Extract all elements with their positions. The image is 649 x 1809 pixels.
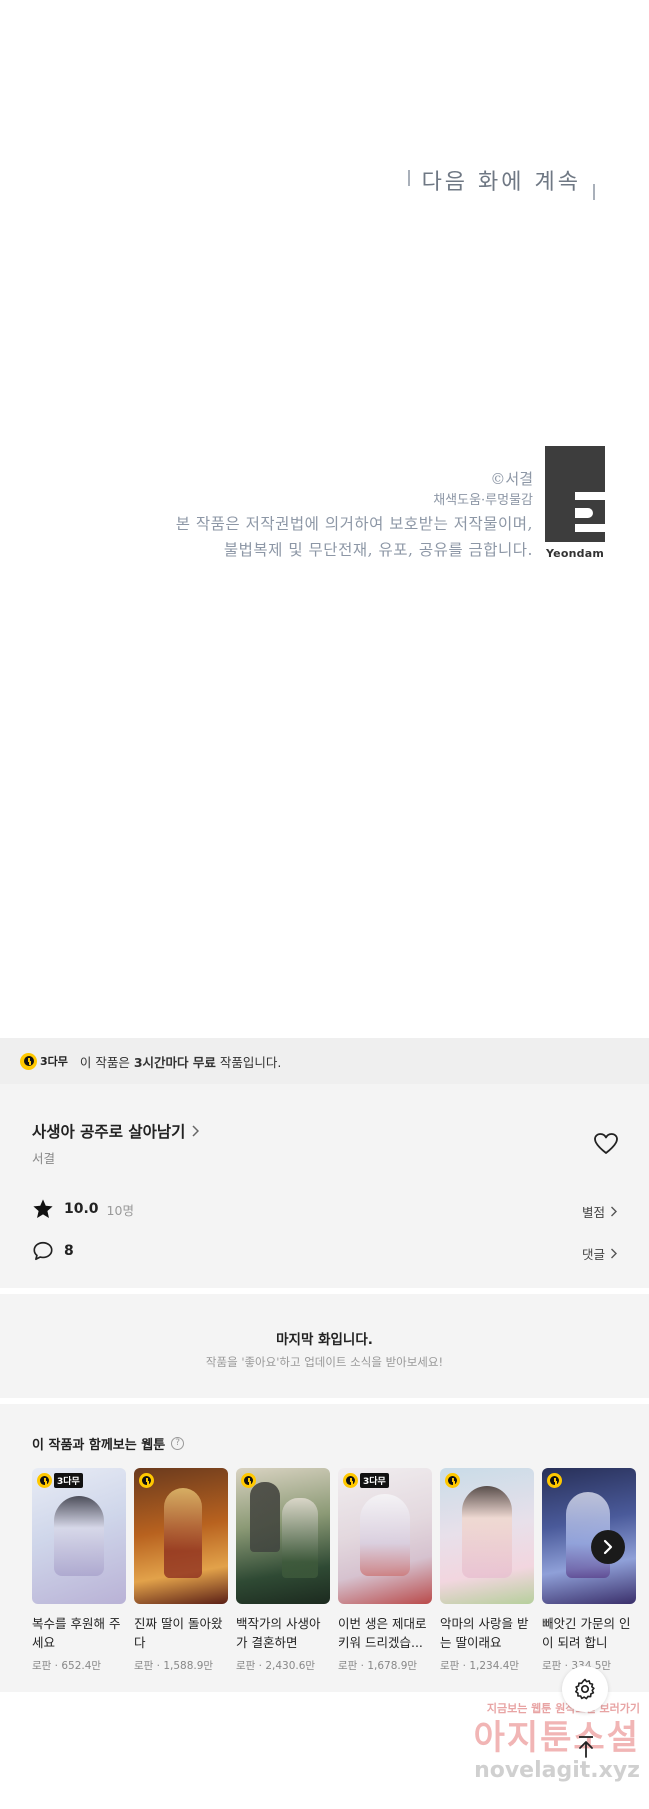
chevron-right-icon [192,1125,200,1137]
free-badge-label: 3다무 [40,1055,68,1068]
copyright-notice-line2: 불법복제 및 무단전재, 유포, 공유를 금합니다. [223,541,533,559]
clock-icon [139,1473,154,1488]
recommendation-card[interactable]: 3다무 복수를 후원해 주세요 로판 · 652.4만 [32,1468,126,1673]
recommendations-panel: 이 작품과 함께보는 웹툰 ? 3다무 복수를 후원해 주세요 로판 · 652… [0,1404,649,1692]
free-badge: 3다무 [343,1473,389,1488]
free-text-before: 이 작품은 [79,1054,134,1070]
chevron-right-icon [603,1539,613,1555]
credits: ©서결 채색도움·루멍물감 본 작품은 저작권법에 의거하여 보호받는 저작물이… [176,468,533,563]
clock-icon [241,1473,256,1488]
recommendations-title-text: 이 작품과 함께보는 웹툰 [32,1438,166,1453]
heart-icon [594,1133,618,1154]
free-text-bold: 3시간마다 무료 [133,1054,216,1070]
copyright-text: ©서결 [490,470,533,488]
publisher-logo-text: Yeondam [546,547,604,560]
free-badge-label: 3다무 [54,1473,83,1488]
free-badge [547,1473,562,1488]
work-info-panel: 사생아 공주로 살아남기 서결 10.0 10명 별점 8 댓글 [0,1084,649,1288]
like-button[interactable] [593,1132,619,1156]
to-be-continued-text: 다음 화에 계속 [421,170,581,195]
bracket-open [407,170,410,186]
help-icon[interactable]: ? [171,1437,185,1450]
watermark-tagline: 지금보는 웹툰 원작소설 보러가기 [486,1702,640,1715]
recommendation-thumbnail [440,1468,534,1604]
recommendation-card[interactable]: 3다무 이번 생은 제대로 키워 드리겠습... 로판 · 1,678.9만 [338,1468,432,1673]
star-icon [33,1199,53,1218]
recommendation-thumbnail: 3다무 [338,1468,432,1604]
settings-button[interactable] [562,1666,608,1712]
comic-final-page: 다음 화에 계속 ©서결 채색도움·루멍물감 본 작품은 저작권법에 의거하여 … [0,0,649,1038]
clock-icon [547,1473,562,1488]
copyright-notice-line1: 본 작품은 저작권법에 의거하여 보호받는 저작물이며, [175,515,533,533]
recommendation-meta: 로판 · 1,678.9만 [338,1660,418,1672]
free-text-after: 작품입니다. [215,1054,282,1070]
recommendation-card[interactable]: 백작가의 사생아가 결혼하면 로판 · 2,430.6만 [236,1468,330,1673]
bracket-close [593,184,595,200]
comment-bubble-icon [33,1241,53,1261]
recommendation-thumbnail: 3다무 [32,1468,126,1604]
recommendation-title: 이번 생은 제대로 키워 드리겠습... [338,1616,427,1650]
free-notice-bar: 3다무 이 작품은 3시간마다 무료 작품입니다. [0,1038,649,1084]
free-badge [445,1473,460,1488]
recommendation-list: 3다무 복수를 후원해 주세요 로판 · 652.4만 진짜 딸이 돌아왔다 로… [32,1468,636,1673]
work-title: 사생아 공주로 살아남기 [32,1123,186,1141]
comment-link-label: 댓글 [581,1247,605,1262]
free-notice-text: 이 작품은 3시간마다 무료 작품입니다. [80,1052,281,1071]
to-be-continued: 다음 화에 계속 [407,164,595,200]
recommendation-title: 백작가의 사생아가 결혼하면 [236,1616,321,1650]
work-title-link[interactable]: 사생아 공주로 살아남기 [32,1120,200,1142]
scroll-top-button[interactable] [566,1727,606,1767]
recommendation-meta: 로판 · 1,588.9만 [134,1660,214,1672]
free-badge [139,1473,154,1488]
carousel-next-button[interactable] [591,1530,625,1564]
recommendation-thumbnail [542,1468,636,1604]
recommendation-card[interactable]: 악마의 사랑을 받는 딸이래요 로판 · 1,234.4만 [440,1468,534,1673]
last-episode-title: 마지막 화입니다. [276,1332,373,1348]
clock-icon [343,1473,358,1488]
recommendation-meta: 로판 · 1,234.4만 [440,1660,520,1672]
colorist-text: 채색도움·루멍물감 [433,493,533,508]
comment-row: 8 [32,1240,74,1262]
recommendation-title: 빼앗긴 가문의 인이 되려 합니 [542,1616,631,1650]
rate-link-label: 별점 [581,1205,605,1220]
rating-score: 10.0 [64,1201,99,1217]
chevron-right-icon [611,1248,617,1259]
chevron-right-icon [611,1206,617,1217]
watermark-url: novelagit.xyz [474,1758,640,1783]
author-name[interactable]: 서결 [32,1148,55,1167]
recommendation-title: 복수를 후원해 주세요 [32,1616,121,1650]
free-badge [241,1473,256,1488]
clock-icon [445,1473,460,1488]
recommendation-title: 진짜 딸이 돌아왔다 [134,1616,223,1650]
recommendation-title: 악마의 사랑을 받는 딸이래요 [440,1616,529,1650]
publisher-logo: Yeondam [545,446,605,560]
free-badge: 3다무 [20,1052,68,1070]
gear-icon [575,1678,595,1700]
comment-count: 8 [64,1243,74,1259]
rating-count: 10명 [106,1202,134,1218]
free-badge-label: 3다무 [360,1473,389,1488]
recommendations-title: 이 작품과 함께보는 웹툰 ? [32,1434,185,1453]
rating-row: 10.0 10명 [32,1198,134,1220]
last-episode-subtitle: 작품을 '좋아요'하고 업데이트 소식을 받아보세요! [205,1355,444,1369]
recommendation-meta: 로판 · 652.4만 [32,1660,102,1672]
recommendation-card[interactable]: 진짜 딸이 돌아왔다 로판 · 1,588.9만 [134,1468,228,1673]
comment-link[interactable]: 댓글 [582,1244,617,1263]
last-episode-panel: 마지막 화입니다. 작품을 '좋아요'하고 업데이트 소식을 받아보세요! [0,1294,649,1398]
clock-icon [20,1052,37,1070]
recommendation-thumbnail [236,1468,330,1604]
rate-link[interactable]: 별점 [582,1202,617,1221]
publisher-logo-mark [545,446,605,542]
recommendation-thumbnail [134,1468,228,1604]
clock-icon [37,1473,52,1488]
recommendation-meta: 로판 · 2,430.6만 [236,1660,316,1672]
arrow-up-icon [579,1736,593,1758]
recommendation-card[interactable]: 빼앗긴 가문의 인이 되려 합니 로판 · 334.5만 [542,1468,636,1673]
watermark-main: 아지툰소설 [473,1718,640,1758]
free-badge: 3다무 [37,1473,83,1488]
site-watermark: 지금보는 웹툰 원작소설 보러가기 아지툰소설 novelagit.xyz [440,1700,640,1800]
